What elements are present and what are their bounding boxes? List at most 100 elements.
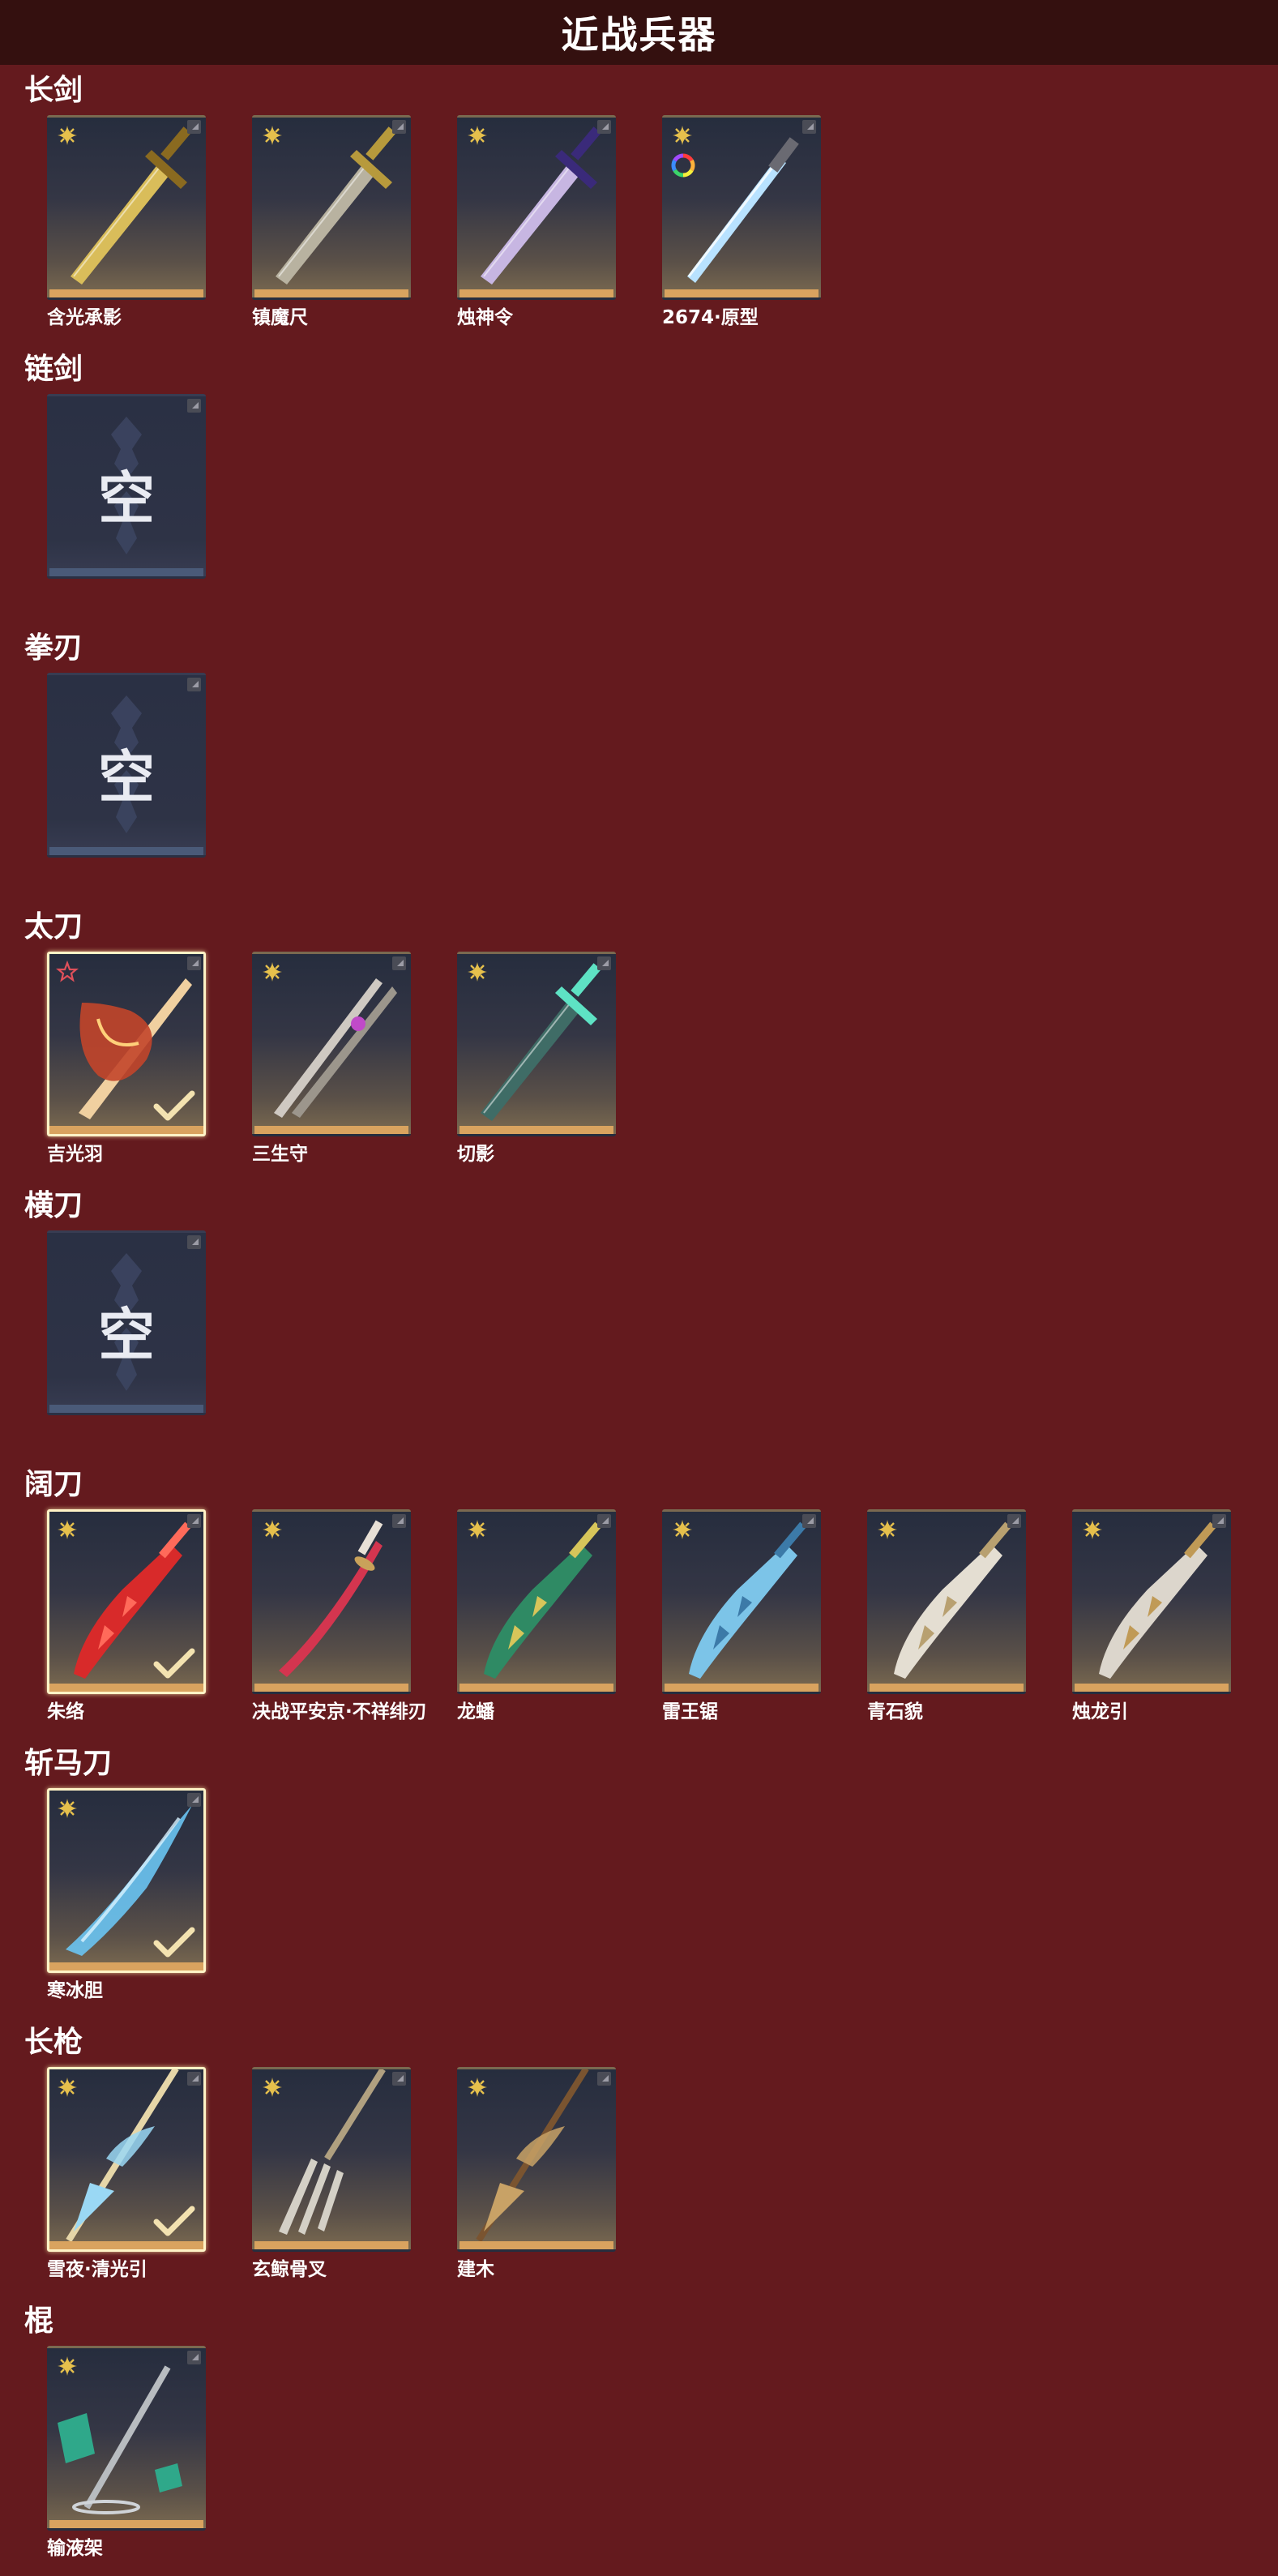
- weapon-card[interactable]: [47, 2067, 206, 2252]
- category-title: 拳刃: [24, 631, 83, 665]
- weapon-card[interactable]: [457, 115, 616, 300]
- gold-rarity-star-icon: [263, 2077, 282, 2097]
- weapon-name: 寒冰胆: [47, 1980, 103, 2001]
- gold-rarity-star-icon: [263, 1520, 282, 1539]
- card-base-strip: [459, 1684, 613, 1692]
- corner-expand-icon: [187, 399, 201, 413]
- corner-expand-icon: [1007, 1514, 1021, 1528]
- card-base-strip: [49, 2241, 203, 2249]
- weapon-card[interactable]: [662, 115, 821, 300]
- weapon-name: 切影: [457, 1144, 494, 1165]
- weapon-card[interactable]: [662, 1509, 821, 1694]
- empty-weapon-slot[interactable]: 空: [47, 394, 206, 613]
- weapon-items: 吉光羽 三生守 切影: [47, 952, 1263, 1170]
- corner-expand-icon: [597, 1514, 611, 1528]
- weapon-items: 寒冰胆: [47, 1788, 1263, 2007]
- empty-slot-card[interactable]: 空: [47, 394, 206, 579]
- weapon-card[interactable]: [47, 1788, 206, 1973]
- gold-rarity-star-icon: [58, 1799, 77, 1818]
- weapon-item[interactable]: 玄鲸骨叉: [252, 2067, 411, 2286]
- corner-expand-icon: [187, 1514, 201, 1528]
- gold-rarity-star-icon: [673, 1520, 692, 1539]
- page-title: 近战兵器: [561, 13, 717, 57]
- card-base-strip: [49, 2520, 203, 2528]
- weapon-card[interactable]: [457, 1509, 616, 1694]
- rainbow-ring-icon: [671, 153, 695, 178]
- weapon-category: 横刀空: [0, 1182, 1278, 1461]
- weapon-item[interactable]: 烛神令: [457, 115, 616, 334]
- weapon-item[interactable]: 三生守: [252, 952, 411, 1170]
- weapon-name: 烛神令: [457, 307, 513, 328]
- equipped-check-icon: [153, 1927, 195, 1958]
- empty-slot-card[interactable]: 空: [47, 1230, 206, 1415]
- card-base-strip: [1075, 1684, 1229, 1692]
- weapon-card[interactable]: [457, 2067, 616, 2252]
- weapon-items: 含光承影 镇魔尺 烛神令 2674·原型: [47, 115, 1263, 334]
- weapon-category: 阔刀 朱络 决战平安京·不祥绯刃 龙蟠 雷王锯 青石貌 烛龙引: [0, 1461, 1278, 1739]
- weapon-card[interactable]: [47, 1509, 206, 1694]
- red-rarity-star-icon: [56, 961, 79, 982]
- corner-expand-icon: [187, 1793, 201, 1807]
- weapon-name: 镇魔尺: [252, 307, 308, 328]
- weapon-card[interactable]: [252, 952, 411, 1136]
- corner-expand-icon: [187, 956, 201, 970]
- corner-expand-icon: [187, 120, 201, 134]
- empty-slot-card[interactable]: 空: [47, 673, 206, 858]
- weapon-item[interactable]: 含光承影: [47, 115, 206, 334]
- gold-rarity-star-icon: [58, 1520, 77, 1539]
- weapon-item[interactable]: 决战平安京·不祥绯刃: [252, 1509, 427, 1728]
- gold-rarity-star-icon: [58, 2356, 77, 2376]
- weapon-items: 朱络 决战平安京·不祥绯刃 龙蟠 雷王锯 青石貌 烛龙引: [47, 1509, 1263, 1728]
- corner-expand-icon: [1212, 1514, 1226, 1528]
- corner-expand-icon: [597, 956, 611, 970]
- weapon-items: 空: [47, 394, 1263, 613]
- gold-rarity-star-icon: [263, 962, 282, 982]
- weapon-name: 决战平安京·不祥绯刃: [252, 1701, 427, 1722]
- card-base-strip: [49, 1405, 203, 1413]
- card-base-strip: [49, 568, 203, 576]
- weapon-card[interactable]: [1072, 1509, 1231, 1694]
- weapon-card[interactable]: [252, 2067, 411, 2252]
- category-title: 长剑: [24, 74, 83, 107]
- gold-rarity-star-icon: [58, 126, 77, 145]
- weapon-card[interactable]: [867, 1509, 1026, 1694]
- weapon-category: 长剑含光承影 镇魔尺 烛神令 2674·原型: [0, 66, 1278, 345]
- category-title: 长枪: [24, 2026, 83, 2059]
- weapon-card[interactable]: [252, 115, 411, 300]
- category-title: 棍: [24, 2304, 54, 2338]
- weapon-name: 青石貌: [867, 1701, 923, 1722]
- weapon-item[interactable]: 2674·原型: [662, 115, 821, 334]
- weapon-card[interactable]: [47, 2346, 206, 2531]
- weapon-name: 输液架: [47, 2538, 103, 2559]
- weapon-item[interactable]: 雪夜·清光引: [47, 2067, 206, 2286]
- corner-expand-icon: [392, 1514, 406, 1528]
- corner-expand-icon: [187, 2072, 201, 2086]
- weapon-item[interactable]: 寒冰胆: [47, 1788, 206, 2007]
- weapon-card[interactable]: [47, 115, 206, 300]
- corner-expand-icon: [597, 120, 611, 134]
- weapon-name: 三生守: [252, 1144, 308, 1165]
- weapon-item[interactable]: 镇魔尺: [252, 115, 411, 334]
- weapon-card[interactable]: [47, 952, 206, 1136]
- weapon-item[interactable]: 切影: [457, 952, 616, 1170]
- title-bar: 近战兵器: [0, 0, 1278, 65]
- weapon-items: 空: [47, 1230, 1263, 1449]
- empty-weapon-slot[interactable]: 空: [47, 673, 206, 892]
- weapon-item[interactable]: 吉光羽: [47, 952, 206, 1170]
- weapon-card[interactable]: [457, 952, 616, 1136]
- weapon-item[interactable]: 朱络: [47, 1509, 206, 1728]
- empty-weapon-slot[interactable]: 空: [47, 1230, 206, 1449]
- corner-expand-icon: [187, 678, 201, 691]
- weapon-name: 雪夜·清光引: [47, 2259, 147, 2280]
- weapon-item[interactable]: 烛龙引: [1072, 1509, 1231, 1728]
- weapon-item[interactable]: 雷王锯: [662, 1509, 821, 1728]
- weapon-item[interactable]: 输液架: [47, 2346, 206, 2565]
- gold-rarity-star-icon: [468, 126, 487, 145]
- weapon-item[interactable]: 龙蟠: [457, 1509, 616, 1728]
- weapon-category: 链剑空: [0, 345, 1278, 624]
- card-base-strip: [254, 289, 408, 297]
- weapon-item[interactable]: 建木: [457, 2067, 616, 2286]
- weapon-item[interactable]: 青石貌: [867, 1509, 1026, 1728]
- weapon-card[interactable]: [252, 1509, 411, 1694]
- equipped-check-icon: [153, 2206, 195, 2236]
